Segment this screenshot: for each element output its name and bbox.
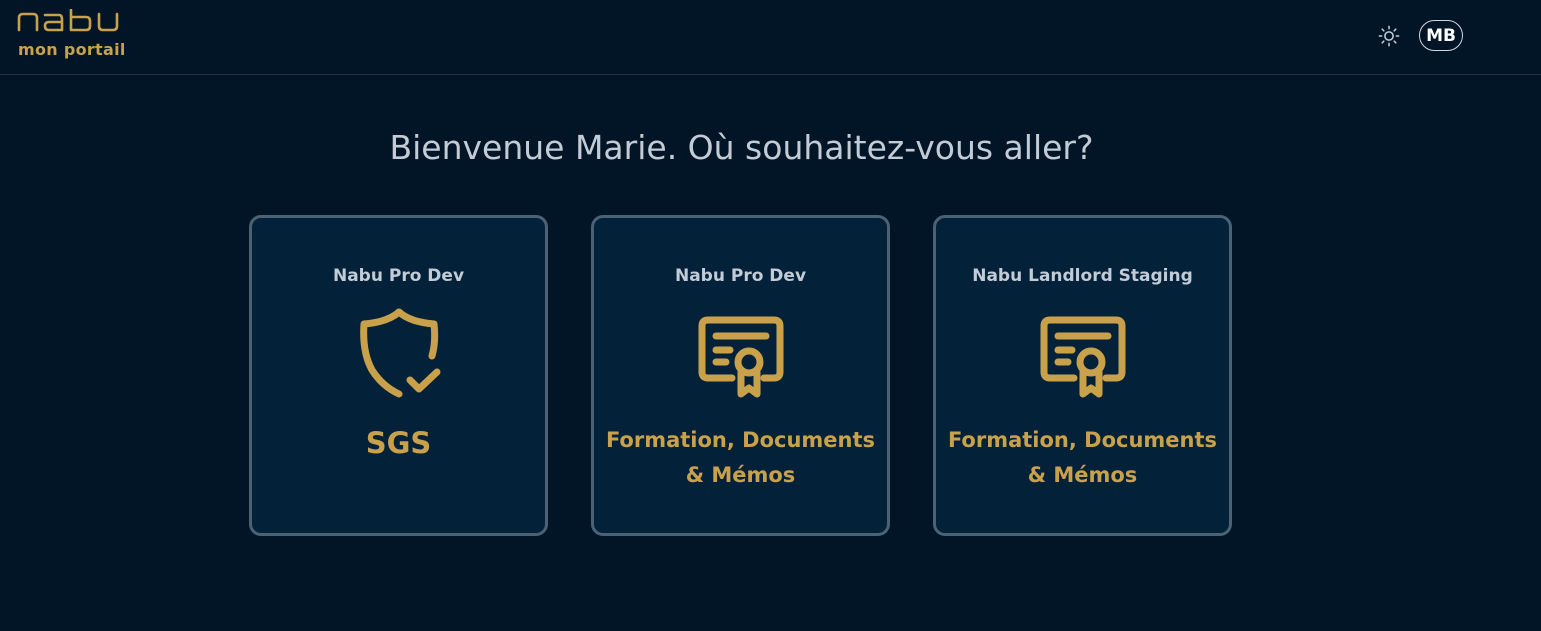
user-avatar-button[interactable]: MB (1419, 20, 1463, 51)
certificate-icon (698, 316, 783, 398)
sun-icon (1378, 25, 1400, 47)
card-environment-label: Nabu Pro Dev (332, 266, 465, 286)
card-environment-label: Nabu Landlord Staging (972, 266, 1193, 286)
card-title: SGS (365, 426, 432, 460)
app-card-sgs[interactable]: Nabu Pro Dev SGS (249, 215, 548, 536)
app-card-formation-pro-dev[interactable]: Nabu Pro Dev Formation, Documents & Mémo… (591, 215, 890, 536)
shield-check-icon (359, 308, 440, 398)
nabu-logo[interactable] (17, 9, 129, 33)
app-card-formation-landlord-staging[interactable]: Nabu Landlord Staging Formation, Documen… (933, 215, 1232, 536)
card-environment-label: Nabu Pro Dev (674, 266, 807, 286)
certificate-icon (1040, 316, 1125, 398)
card-title: Formation, Documents & Mémos (605, 428, 876, 487)
theme-toggle-button[interactable] (1376, 23, 1402, 49)
portal-subtitle: mon portail (18, 40, 126, 59)
nabu-logo-wordmark (17, 9, 119, 32)
welcome-heading: Bienvenue Marie. Où souhaitez-vous aller… (389, 128, 1094, 167)
card-title: Formation, Documents & Mémos (947, 428, 1218, 487)
top-header: mon portail MB (0, 0, 1541, 75)
